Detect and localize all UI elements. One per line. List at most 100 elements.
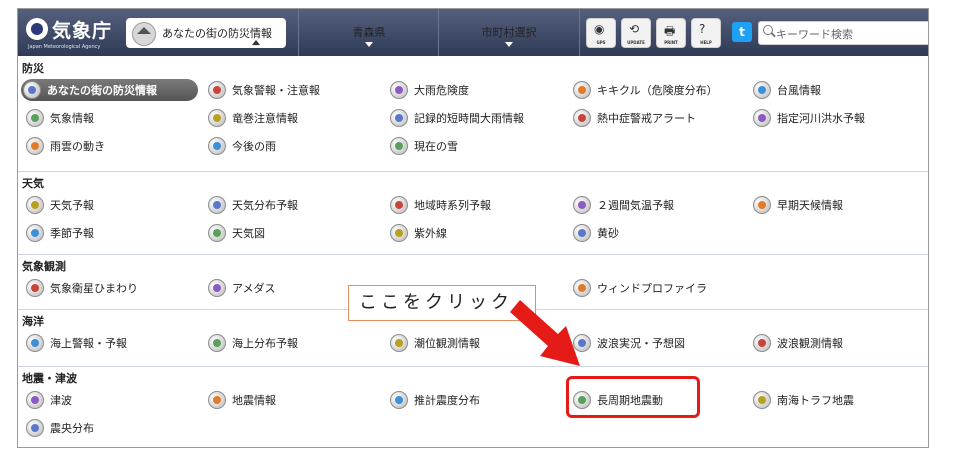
menu-item[interactable]: 潮位観測情報 bbox=[390, 332, 480, 354]
menu-item[interactable]: 海上分布予報 bbox=[208, 332, 298, 354]
menu-item[interactable]: 気象衛星ひまわり bbox=[26, 277, 138, 299]
section-title: 気象観測 bbox=[22, 260, 66, 273]
prefecture-label: 青森県 bbox=[352, 26, 386, 39]
red-arrow-icon bbox=[510, 300, 580, 366]
menu-item[interactable]: 気象警報・注意報 bbox=[208, 79, 320, 101]
menu-item-label: 竜巻注意情報 bbox=[232, 112, 298, 125]
city-select[interactable]: 市町村選択 bbox=[438, 9, 580, 56]
menu-item[interactable]: 波浪観測情報 bbox=[753, 332, 843, 354]
menu-item[interactable]: 熱中症警戒アラート bbox=[573, 107, 696, 129]
search-input[interactable]: キーワード検索 bbox=[758, 21, 928, 45]
menu-item-label: 南海トラフ地震 bbox=[777, 394, 854, 407]
menu-item[interactable]: 紫外線 bbox=[390, 222, 447, 244]
logo-subtitle: Japan Meteorological Agency bbox=[28, 44, 101, 50]
menu-item[interactable]: 現在の雪 bbox=[390, 135, 458, 157]
menu-item[interactable]: アメダス bbox=[208, 277, 275, 299]
menu-item[interactable]: 竜巻注意情報 bbox=[208, 107, 298, 129]
menu-item-icon bbox=[573, 196, 591, 214]
menu-item-icon bbox=[390, 196, 408, 214]
jma-logo[interactable]: 気象庁 Japan Meteorological Agency bbox=[26, 16, 122, 52]
menu-item-label: 津波 bbox=[50, 394, 72, 407]
menu-item[interactable]: ウィンドプロファイラ bbox=[573, 277, 707, 299]
menu-item-icon bbox=[208, 279, 226, 297]
menu-item-icon bbox=[753, 334, 771, 352]
menu-item-label: 潮位観測情報 bbox=[414, 337, 480, 350]
menu-item[interactable]: 地震情報 bbox=[208, 389, 276, 411]
menu-item[interactable]: 台風情報 bbox=[753, 79, 821, 101]
menu-item[interactable]: 雨雲の動き bbox=[26, 135, 105, 157]
app-frame: 気象庁 Japan Meteorological Agency あなたの街の防災… bbox=[17, 8, 929, 448]
menu-item-label: 震央分布 bbox=[50, 422, 94, 435]
help-button[interactable]: ? HELP bbox=[691, 18, 721, 48]
home-tab[interactable]: あなたの街の防災情報 bbox=[126, 18, 286, 48]
highlight-box bbox=[566, 376, 700, 418]
search-placeholder: キーワード検索 bbox=[776, 28, 853, 41]
menu-item-label: 気象情報 bbox=[50, 112, 94, 125]
section-items: 海上警報・予報 海上分布予報 潮位観測情報 波浪実況・予想図 波浪観測情報 bbox=[18, 331, 928, 359]
menu-item[interactable]: 津波 bbox=[26, 389, 72, 411]
section-divider bbox=[18, 171, 928, 172]
menu-item[interactable]: 指定河川洪水予報 bbox=[753, 107, 865, 129]
menu-item-label: 雨雲の動き bbox=[50, 140, 105, 153]
print-button[interactable]: 🖶 PRINT bbox=[656, 18, 686, 48]
section-title: 防災 bbox=[22, 62, 44, 75]
section-title: 地震・津波 bbox=[22, 372, 77, 385]
menu-item-icon bbox=[390, 109, 408, 127]
menu-item-label: 記録的短時間大雨情報 bbox=[414, 112, 524, 125]
menu-item-icon bbox=[26, 419, 44, 437]
section: 地震・津波 津波 地震情報 推計震度分布 長周期地震動 南海トラフ地震 震央分布 bbox=[18, 370, 928, 444]
menu-item-label: 大雨危険度 bbox=[414, 84, 469, 97]
home-tab-label: あなたの街の防災情報 bbox=[162, 27, 272, 40]
menu-item-icon bbox=[208, 224, 226, 242]
menu-item-icon bbox=[208, 196, 226, 214]
menu-item-label: 天気予報 bbox=[50, 199, 94, 212]
menu-item[interactable]: 地域時系列予報 bbox=[390, 194, 491, 216]
menu-item[interactable]: 季節予報 bbox=[26, 222, 94, 244]
update-button[interactable]: ⟲ UPDATE bbox=[621, 18, 651, 48]
city-label: 市町村選択 bbox=[481, 26, 537, 39]
menu-item[interactable]: 黄砂 bbox=[573, 222, 619, 244]
menu-item-label: 紫外線 bbox=[414, 227, 447, 240]
menu-item[interactable]: ２週間気温予報 bbox=[573, 194, 674, 216]
menu-item-label: 海上分布予報 bbox=[232, 337, 298, 350]
menu-item-label: 今後の雨 bbox=[232, 140, 276, 153]
menu-item[interactable]: あなたの街の防災情報 bbox=[21, 79, 198, 101]
header-bar: 気象庁 Japan Meteorological Agency あなたの街の防災… bbox=[18, 9, 928, 56]
twitter-icon[interactable]: t bbox=[732, 22, 752, 42]
menu-item-icon bbox=[26, 196, 44, 214]
menu-item[interactable]: 推計震度分布 bbox=[390, 389, 480, 411]
prefecture-select[interactable]: 青森県 bbox=[298, 9, 439, 56]
logo-text: 気象庁 bbox=[52, 20, 113, 42]
caret-up-icon bbox=[252, 40, 260, 45]
menu-item[interactable]: キキクル（危険度分布） bbox=[573, 79, 718, 101]
menu-item[interactable]: 早期天候情報 bbox=[753, 194, 843, 216]
menu-item-icon bbox=[26, 224, 44, 242]
menu-item-icon bbox=[390, 224, 408, 242]
menu-item-icon bbox=[753, 109, 771, 127]
menu-item-label: キキクル（危険度分布） bbox=[597, 84, 718, 97]
menu-item[interactable]: 天気図 bbox=[208, 222, 265, 244]
menu-item[interactable]: 震央分布 bbox=[26, 417, 94, 439]
menu-item-icon bbox=[573, 279, 591, 297]
menu-item[interactable]: 今後の雨 bbox=[208, 135, 276, 157]
menu-item[interactable]: 気象情報 bbox=[26, 107, 94, 129]
menu-item[interactable]: 天気分布予報 bbox=[208, 194, 298, 216]
menu-item[interactable]: 大雨危険度 bbox=[390, 79, 469, 101]
menu-item[interactable]: 記録的短時間大雨情報 bbox=[390, 107, 524, 129]
menu-item[interactable]: 天気予報 bbox=[26, 194, 94, 216]
section-title: 天気 bbox=[22, 177, 44, 190]
menu-item[interactable]: 南海トラフ地震 bbox=[753, 389, 854, 411]
menu-item[interactable]: 海上警報・予報 bbox=[26, 332, 127, 354]
menu-item-label: 気象警報・注意報 bbox=[232, 84, 320, 97]
menu-item-label: 熱中症警戒アラート bbox=[597, 112, 696, 125]
gps-button[interactable]: ◉ GPS bbox=[586, 18, 616, 48]
menu-item-icon bbox=[26, 279, 44, 297]
menu-item-icon bbox=[753, 391, 771, 409]
menu-item-icon bbox=[573, 81, 591, 99]
help-icon: ? bbox=[699, 22, 706, 36]
menu-item-label: 推計震度分布 bbox=[414, 394, 480, 407]
menu-item-label: ウィンドプロファイラ bbox=[597, 282, 707, 295]
menu-item-icon bbox=[208, 391, 226, 409]
refresh-icon: ⟲ bbox=[629, 22, 640, 36]
menu-item-icon bbox=[753, 81, 771, 99]
